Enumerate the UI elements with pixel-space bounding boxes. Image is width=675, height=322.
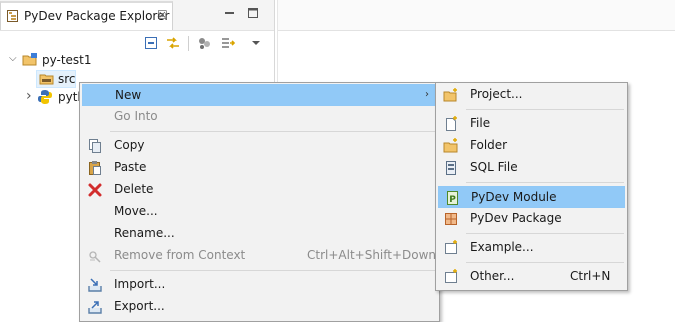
tab-pydev-package-explorer[interactable]: PyDev Package Explorer ☒: [0, 1, 173, 30]
filters-icon[interactable]: [196, 35, 212, 51]
menu-item-label: Delete: [114, 182, 154, 196]
svg-text:P: P: [449, 195, 456, 205]
maximize-icon[interactable]: [248, 8, 258, 18]
menu-item-label: Project...: [470, 87, 523, 101]
menu-separator: [110, 270, 436, 271]
submenu-item-sql-file[interactable]: SQL File: [438, 157, 625, 179]
menu-item-label: Paste: [114, 160, 147, 174]
tab-close-icon[interactable]: ☒: [157, 8, 168, 22]
menu-item-label: SQL File: [470, 160, 518, 174]
minimize-icon[interactable]: [225, 8, 235, 18]
menu-item-label: Export...: [114, 299, 165, 313]
menu-item-go-into[interactable]: Go Into: [82, 106, 437, 128]
menu-item-new[interactable]: New ›: [82, 84, 437, 106]
menu-item-label: Other...: [470, 269, 515, 283]
menu-item-export[interactable]: Export...: [82, 296, 437, 318]
menu-item-label: Import...: [114, 277, 166, 291]
submenu-item-pydev-package[interactable]: PyDev Package: [438, 208, 625, 230]
menu-item-label: PyDev Package: [470, 211, 562, 225]
new-submenu: Project... File Folder SQL File P PyDev …: [435, 82, 628, 291]
tab-label: PyDev Package Explorer: [24, 9, 170, 23]
paste-icon: [89, 161, 101, 175]
link-with-editor-icon[interactable]: [165, 35, 181, 51]
new-wizard-icon: [445, 269, 457, 283]
project-label: py-test1: [42, 53, 92, 67]
focus-on-active-task-icon[interactable]: [220, 35, 236, 51]
menu-item-label: Rename...: [114, 226, 175, 240]
new-project-icon: [443, 88, 457, 102]
new-folder-icon: [443, 138, 458, 153]
export-icon: [88, 301, 102, 314]
toolbar-separator: [188, 36, 189, 51]
pydev-package-icon: [445, 213, 457, 225]
submenu-item-file[interactable]: File: [438, 113, 625, 135]
menu-item-label: Remove from Context: [114, 248, 246, 262]
collapse-all-icon[interactable]: [143, 35, 159, 51]
submenu-item-example[interactable]: Example...: [438, 237, 625, 259]
view-tab-bar: PyDev Package Explorer ☒: [0, 0, 274, 31]
menu-separator: [466, 109, 624, 110]
package-explorer-icon: [7, 10, 18, 22]
collapsed-twistie-icon[interactable]: ›: [26, 89, 34, 103]
menu-separator: [110, 131, 436, 132]
source-folder-icon: [39, 74, 54, 85]
menu-item-copy[interactable]: Copy: [82, 135, 437, 157]
menu-separator: [466, 182, 624, 183]
menu-item-label: Move...: [114, 204, 158, 218]
menu-item-remove-from-context[interactable]: Remove from Context Ctrl+Alt+Shift+Down: [82, 245, 437, 267]
menu-item-import[interactable]: Import...: [82, 274, 437, 296]
remove-from-context-icon: [89, 251, 101, 263]
import-icon: [88, 278, 102, 292]
new-file-icon: [446, 116, 457, 131]
menu-separator: [466, 262, 624, 263]
submenu-item-folder[interactable]: Folder: [438, 135, 625, 157]
tree-row-python-interpreter[interactable]: › pytl: [0, 89, 81, 107]
delete-icon: [88, 183, 102, 197]
menu-separator: [466, 233, 624, 234]
menu-item-label: File: [470, 116, 491, 130]
menu-item-label: New: [115, 88, 142, 102]
menu-item-paste[interactable]: Paste: [82, 157, 437, 179]
menu-item-accelerator: Ctrl+N: [570, 269, 611, 283]
menu-item-label: PyDev Module: [471, 190, 557, 204]
submenu-item-project[interactable]: Project...: [438, 84, 625, 106]
menu-item-label: Example...: [470, 240, 534, 254]
context-menu: New › Go Into Copy Paste Delete Move... …: [79, 82, 440, 322]
sql-file-icon: [446, 161, 456, 175]
python-icon: [38, 90, 52, 104]
view-menu-chevron-down-icon[interactable]: [248, 35, 264, 51]
submenu-arrow-icon: ›: [425, 89, 429, 100]
menu-item-label: Folder: [470, 138, 508, 152]
copy-icon: [89, 139, 101, 153]
submenu-item-pydev-module[interactable]: P PyDev Module: [438, 186, 625, 208]
editor-tab-strip: [278, 0, 675, 31]
pydev-module-icon: P: [447, 191, 458, 205]
example-icon: [445, 240, 457, 254]
python-interpreter-label: pytl: [58, 90, 81, 104]
tree-row-project[interactable]: ⌵ py-test1: [0, 52, 274, 70]
tree-row-src[interactable]: src: [36, 70, 76, 88]
menu-item-move[interactable]: Move...: [82, 201, 437, 223]
menu-item-delete[interactable]: Delete: [82, 179, 437, 201]
menu-item-label: Go Into: [114, 109, 158, 123]
project-folder-icon: [22, 53, 37, 66]
menu-item-accelerator: Ctrl+Alt+Shift+Down: [307, 248, 437, 262]
expanded-twistie-icon[interactable]: ⌵: [9, 54, 17, 64]
menu-item-label: Copy: [114, 138, 145, 152]
submenu-item-other[interactable]: Other... Ctrl+N: [438, 266, 625, 288]
menu-item-rename[interactable]: Rename...: [82, 223, 437, 245]
src-label: src: [58, 72, 76, 86]
